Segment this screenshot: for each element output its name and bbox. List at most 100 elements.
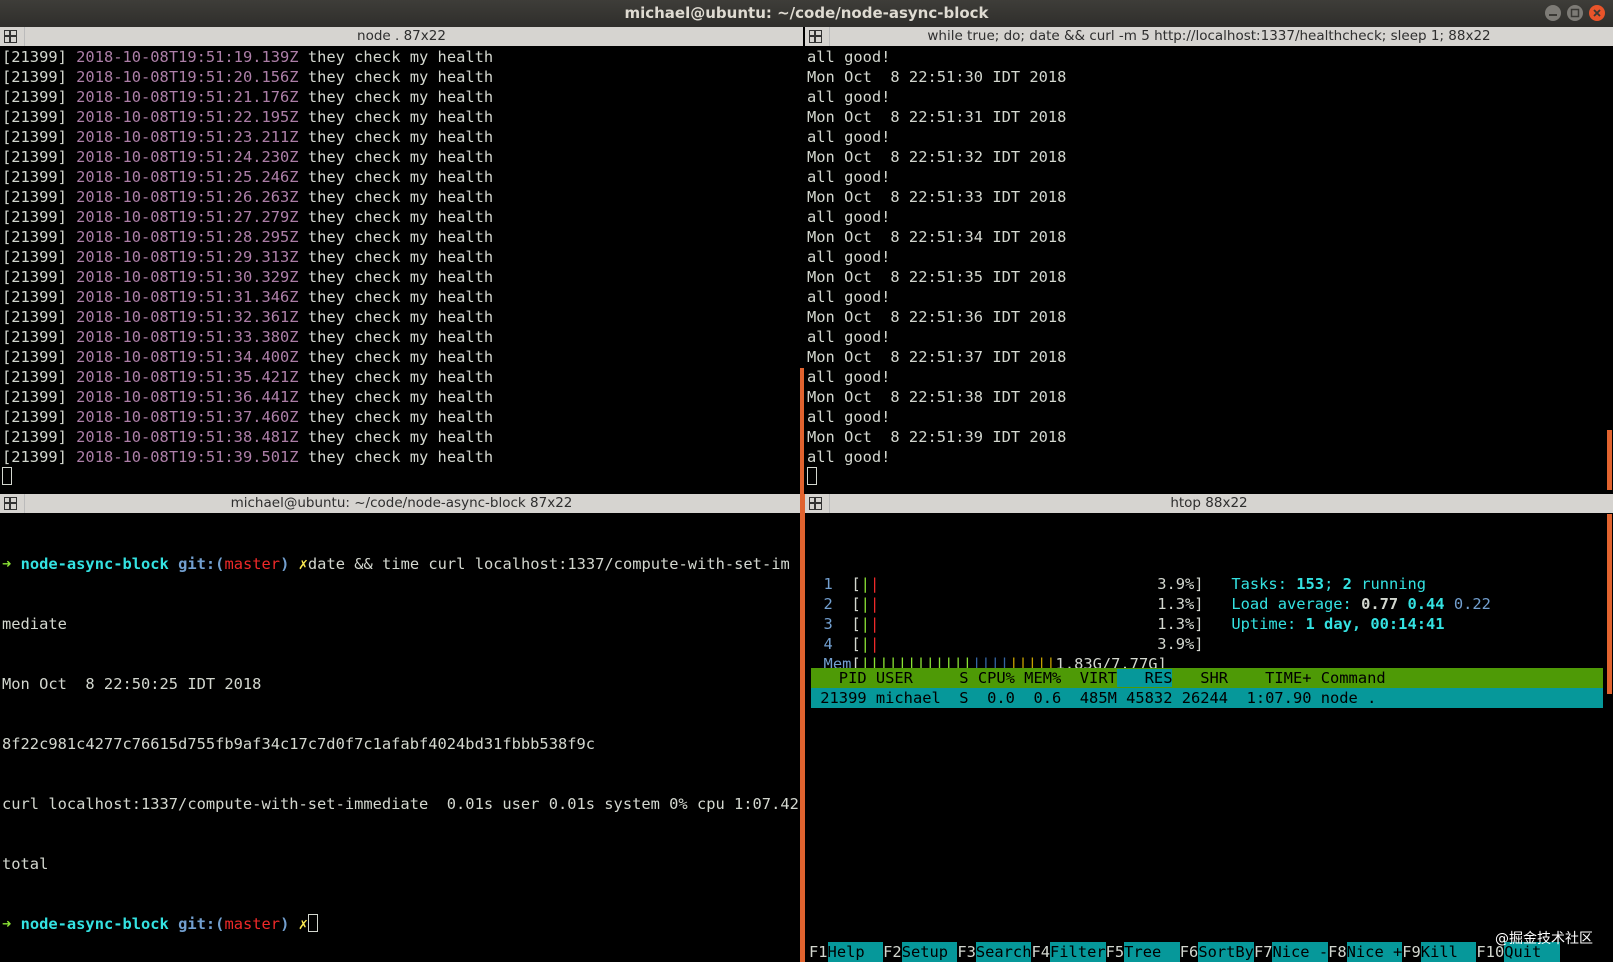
terminal-grid-icon[interactable] bbox=[4, 30, 17, 43]
log-line: [21399] 2018-10-08T19:51:21.176Z they ch… bbox=[2, 87, 803, 107]
pane-title: node . 87x22 bbox=[357, 28, 446, 44]
prompt-line[interactable]: ➜ node-async-block git:(master) ✗ bbox=[2, 914, 803, 934]
column-header-user[interactable]: USER bbox=[867, 669, 941, 687]
prompt-branch: master bbox=[224, 555, 281, 573]
log-timestamp: 2018-10-08T19:51:22.195Z bbox=[76, 108, 299, 126]
prompt-line[interactable] bbox=[807, 467, 1613, 487]
fkey-f7[interactable]: F7 bbox=[1254, 942, 1273, 962]
fkey-label[interactable]: Nice + bbox=[1346, 942, 1403, 962]
output-line: total bbox=[2, 855, 49, 873]
output-line: Mon Oct 8 22:51:32 IDT 2018 bbox=[807, 148, 1067, 166]
fkey-f9[interactable]: F9 bbox=[1402, 942, 1421, 962]
log-message: they check my health bbox=[307, 368, 494, 386]
pane-top-right[interactable]: while true; do; date && curl -m 5 http:/… bbox=[805, 27, 1613, 494]
pane-title: while true; do; date && curl -m 5 http:/… bbox=[927, 28, 1491, 44]
fkey-label[interactable]: SortBy bbox=[1198, 942, 1254, 962]
output-line: all good! bbox=[807, 368, 891, 386]
terminal-output[interactable]: all good! Mon Oct 8 22:51:30 IDT 2018 all … bbox=[807, 47, 1613, 494]
fkey-f8[interactable]: F8 bbox=[1328, 942, 1347, 962]
pane-header-bottom-left: michael@ubuntu: ~/code/node-async-block … bbox=[0, 494, 803, 513]
cpu-meter: 3 [|| 1.3%] Uptime: 1 day, 00:14:41 bbox=[805, 614, 1613, 634]
log-pid: [21399] bbox=[2, 328, 67, 346]
fkey-label[interactable]: Kill bbox=[1420, 942, 1477, 962]
pane-scrollbar-right[interactable] bbox=[1607, 514, 1612, 694]
pane-bottom-right[interactable]: htop 88x22 1 [|| 3.9%] Tasks: 153; 2 run… bbox=[805, 494, 1613, 962]
fkey-f6[interactable]: F6 bbox=[1180, 942, 1199, 962]
terminal-cursor[interactable] bbox=[307, 914, 318, 932]
process-cell: 21399 bbox=[811, 689, 867, 707]
terminal-output[interactable]: [21399] 2018-10-08T19:51:19.139Z they ch… bbox=[2, 47, 803, 494]
fkey-label[interactable]: Setup bbox=[901, 942, 958, 962]
function-key-bar: F1 Help F2 Setup F3 Search F4 Filter F5 Tree F6… bbox=[809, 942, 1560, 962]
log-line: [21399] 2018-10-08T19:51:32.361Z they ch… bbox=[2, 307, 803, 327]
column-header-command[interactable]: Command bbox=[1311, 669, 1404, 687]
fkey-f5[interactable]: F5 bbox=[1106, 942, 1125, 962]
process-cell: 26244 bbox=[1172, 689, 1229, 707]
pane-scrollbar-right[interactable] bbox=[1607, 430, 1612, 490]
column-header-res[interactable]: RES bbox=[1116, 669, 1173, 687]
minimize-button[interactable] bbox=[1545, 5, 1561, 21]
fkey-f3[interactable]: F3 bbox=[957, 942, 976, 962]
output-line: Mon Oct 8 22:51:37 IDT 2018 bbox=[807, 348, 1067, 366]
log-timestamp: 2018-10-08T19:51:19.139Z bbox=[76, 48, 299, 66]
fkey-label[interactable]: Search bbox=[975, 942, 1032, 962]
process-table-header[interactable]: PID USER S CPU% MEM% VIRT RES SHR TIME+ … bbox=[811, 668, 1603, 688]
log-pid: [21399] bbox=[2, 68, 67, 86]
log-line: [21399] 2018-10-08T19:51:25.246Z they ch… bbox=[2, 167, 803, 187]
process-row-selected[interactable]: 21399 michael S 0.0 0.6 485M 45832 26244… bbox=[811, 688, 1603, 708]
log-line: [21399] 2018-10-08T19:51:33.380Z they ch… bbox=[2, 327, 803, 347]
cpu-bar-user: | bbox=[860, 635, 870, 653]
fkey-label[interactable]: Filter bbox=[1050, 942, 1106, 962]
pane-title: michael@ubuntu: ~/code/node-async-block … bbox=[230, 495, 573, 511]
fkey-f2[interactable]: F2 bbox=[883, 942, 902, 962]
output-line: all good! bbox=[807, 208, 891, 226]
prompt-line: ➜ node-async-block git:(master) ✗date &&… bbox=[2, 554, 803, 574]
log-line: [21399] 2018-10-08T19:51:34.400Z they ch… bbox=[2, 347, 803, 367]
fkey-f4[interactable]: F4 bbox=[1031, 942, 1050, 962]
command-continuation: mediate bbox=[2, 615, 67, 633]
terminal-grid-icon[interactable] bbox=[4, 497, 17, 510]
pane-divider-scrollbar[interactable] bbox=[800, 494, 805, 962]
log-timestamp: 2018-10-08T19:51:35.421Z bbox=[76, 368, 299, 386]
process-cell: S bbox=[940, 689, 969, 707]
column-header-s[interactable]: S bbox=[941, 669, 968, 687]
output-line: Mon Oct 8 22:51:36 IDT 2018 bbox=[807, 308, 1067, 326]
log-pid: [21399] bbox=[2, 148, 67, 166]
log-message: they check my health bbox=[307, 68, 494, 86]
htop-view[interactable]: 1 [|| 3.9%] Tasks: 153; 2 running 2 [|| … bbox=[805, 514, 1613, 962]
prompt-arrow-icon: ➜ bbox=[2, 915, 12, 933]
fkey-f1[interactable]: F1 bbox=[809, 942, 828, 962]
column-header-time[interactable]: TIME+ bbox=[1228, 669, 1311, 687]
column-header-pid[interactable]: PID bbox=[811, 669, 867, 687]
prompt-line[interactable] bbox=[2, 467, 803, 487]
cpu-bar-system: | bbox=[869, 615, 880, 633]
close-button[interactable] bbox=[1589, 5, 1605, 21]
column-header-cpu[interactable]: CPU% bbox=[969, 669, 1015, 687]
log-timestamp: 2018-10-08T19:51:24.230Z bbox=[76, 148, 299, 166]
maximize-button[interactable] bbox=[1567, 5, 1583, 21]
log-pid: [21399] bbox=[2, 348, 67, 366]
terminal-grid-icon[interactable] bbox=[809, 30, 822, 43]
column-header-mem[interactable]: MEM% bbox=[1015, 669, 1061, 687]
column-header-virt[interactable]: VIRT bbox=[1061, 669, 1117, 687]
output-line: curl localhost:1337/compute-with-set-imm… bbox=[2, 795, 799, 813]
terminal-grid-icon[interactable] bbox=[809, 497, 822, 510]
log-line: [21399] 2018-10-08T19:51:30.329Z they ch… bbox=[2, 267, 803, 287]
fkey-label[interactable]: Nice - bbox=[1272, 942, 1329, 962]
fkey-label[interactable]: Help bbox=[827, 942, 884, 962]
fkey-label[interactable]: Tree bbox=[1124, 942, 1180, 962]
log-line: [21399] 2018-10-08T19:51:36.441Z they ch… bbox=[2, 387, 803, 407]
log-timestamp: 2018-10-08T19:51:39.501Z bbox=[76, 448, 299, 466]
cpu-bar-user: | bbox=[860, 575, 870, 593]
log-pid: [21399] bbox=[2, 248, 67, 266]
pane-bottom-left[interactable]: michael@ubuntu: ~/code/node-async-block … bbox=[0, 494, 803, 962]
prompt-git: git:( bbox=[178, 555, 225, 573]
terminal-output[interactable]: ➜ node-async-block git:(master) ✗date &&… bbox=[2, 514, 803, 962]
terminal-cursor[interactable] bbox=[2, 467, 12, 485]
column-header-shr[interactable]: SHR bbox=[1172, 669, 1228, 687]
pane-divider-scrollbar[interactable] bbox=[800, 368, 804, 494]
pane-top-left[interactable]: node . 87x22 [21399] 2018-10-08T19:51:19… bbox=[0, 27, 803, 494]
terminal-cursor[interactable] bbox=[807, 467, 817, 485]
log-message: they check my health bbox=[307, 188, 494, 206]
